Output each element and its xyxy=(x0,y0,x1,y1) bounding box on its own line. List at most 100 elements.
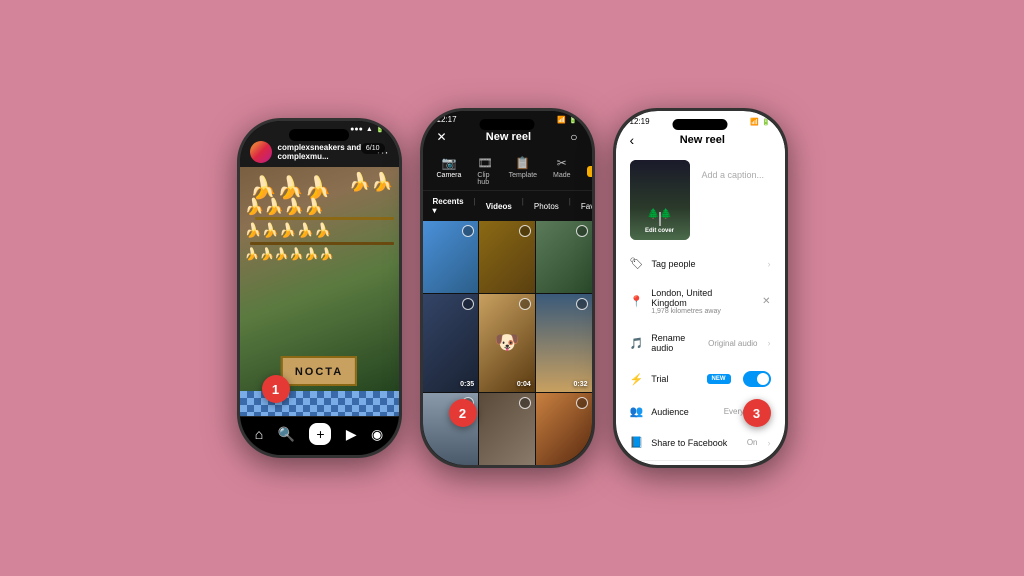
trial-toggle[interactable] xyxy=(743,371,771,387)
rename-audio-row[interactable]: 🎵 Rename audio Original audio › xyxy=(616,326,785,360)
share-title: New reel xyxy=(634,134,770,146)
bottom-nav: ⌂ 🔍 + ▶ ◉ xyxy=(240,416,399,455)
tag-arrow-icon: › xyxy=(768,259,771,269)
close-button[interactable]: ✕ xyxy=(437,130,447,144)
select-circle-3[interactable] xyxy=(576,225,588,237)
facebook-icon: 📘 xyxy=(630,436,644,449)
trial-label: Trial xyxy=(651,374,698,384)
location-name: London, United Kingdom xyxy=(651,288,750,308)
made-tab[interactable]: ✂ Made xyxy=(553,156,571,186)
select-circle-6[interactable] xyxy=(576,298,588,310)
duration-4: 0:35 xyxy=(460,381,474,388)
media-cell-1[interactable] xyxy=(423,221,479,293)
media-tabs: 📷 Camera 🎞 Clip hub 📋 Template ✂ Made Sa… xyxy=(423,150,592,191)
cliphub-tab[interactable]: 🎞 Clip hub xyxy=(477,156,492,186)
select-circle-2[interactable] xyxy=(519,225,531,237)
phone-2: 12:17 📶 🔋 ✕ New reel ○ 📷 Camera 🎞 Clip h… xyxy=(420,108,595,468)
duration-6: 0:32 xyxy=(573,381,587,388)
select-circle-9[interactable] xyxy=(576,397,588,409)
tag-label: Tag people xyxy=(651,259,757,269)
cliphub-icon: 🎞 xyxy=(477,156,492,170)
time-3: 12:19 xyxy=(630,117,650,126)
status-icons-2: 📶 🔋 xyxy=(557,116,577,124)
duration-5: 0:04 xyxy=(517,381,531,388)
media-cell-3[interactable] xyxy=(536,221,592,293)
status-icons-3: 📶 🔋 xyxy=(750,118,770,126)
reel-title: New reel xyxy=(447,131,571,143)
toggle-knob xyxy=(757,373,769,385)
banana-lower: 🍌🍌🍌🍌🍌 xyxy=(245,222,332,239)
tag-icon: 🏷 xyxy=(630,257,644,270)
reels-icon[interactable]: ▶ xyxy=(346,426,357,443)
facebook-row[interactable]: 📘 Share to Facebook On › xyxy=(616,429,785,456)
dynamic-island-1 xyxy=(289,129,349,141)
select-circle-4[interactable] xyxy=(462,298,474,310)
avatar xyxy=(250,141,272,163)
edit-cover-label[interactable]: Edit cover xyxy=(645,228,674,234)
profile-icon[interactable]: ◉ xyxy=(371,426,383,443)
template-tab[interactable]: 📋 Template xyxy=(509,156,537,186)
search-icon[interactable]: 🔍 xyxy=(278,426,295,443)
audio-arrow-icon: › xyxy=(768,338,771,348)
audio-value: Original audio xyxy=(708,339,757,348)
made-icon: ✂ xyxy=(557,156,567,170)
new-badge: NEW xyxy=(707,374,731,384)
cover-pole xyxy=(659,212,661,226)
camera-tab[interactable]: 📷 Camera xyxy=(437,156,462,186)
select-circle-1[interactable] xyxy=(462,225,474,237)
banana-shelf: 🍌🍌🍌🍌 xyxy=(245,197,325,217)
photos-filter[interactable]: Photos xyxy=(534,197,559,215)
nocta-text: NOCTA xyxy=(295,366,343,378)
caption-field[interactable]: Add a caption... xyxy=(702,164,767,186)
step-badge-3: 3 xyxy=(743,399,771,427)
day-badge: Saturday xyxy=(587,166,592,177)
select-circle-8[interactable] xyxy=(519,397,531,409)
phone-3: 12:19 📶 🔋 ‹ New reel Preview 🌲🌲 Edit cov… xyxy=(613,108,788,468)
create-button[interactable]: + xyxy=(309,423,331,445)
step-badge-2: 2 xyxy=(449,399,477,427)
media-cell-2[interactable] xyxy=(479,221,535,293)
recents-filter[interactable]: Recents ▾ xyxy=(433,197,464,215)
shelf-board xyxy=(255,217,394,220)
trial-icon: ⚡ xyxy=(630,373,644,386)
facebook-value: On xyxy=(747,438,758,447)
media-cell-8[interactable] xyxy=(479,393,535,465)
location-distance: 1,978 kilometres away xyxy=(651,308,750,315)
audio-icon: 🎵 xyxy=(630,337,644,350)
dynamic-island-2 xyxy=(480,119,535,130)
audience-label: Audience xyxy=(651,407,716,417)
media-cell-4[interactable]: 0:35 xyxy=(423,294,479,391)
options-icon[interactable]: ○ xyxy=(570,130,577,144)
location-row[interactable]: 📍 London, United Kingdom 1,978 kilometre… xyxy=(616,281,785,322)
preview-section: Preview 🌲🌲 Edit cover Add a caption... xyxy=(616,154,785,246)
dynamic-island-3 xyxy=(673,119,728,130)
trial-row[interactable]: ⚡ Trial NEW xyxy=(616,364,785,394)
media-cell-9[interactable] xyxy=(536,393,592,465)
slide-counter: 6/10 xyxy=(361,143,385,154)
time-2: 12:17 xyxy=(437,115,457,124)
share-header: ‹ New reel xyxy=(616,128,785,154)
bottom-actions: Save draft Share xyxy=(616,460,785,465)
audience-icon: 👥 xyxy=(630,405,644,418)
location-close-icon[interactable]: ✕ xyxy=(762,296,770,307)
cover-thumbnail[interactable]: Preview 🌲🌲 Edit cover xyxy=(630,160,690,240)
videos-filter[interactable]: Videos xyxy=(486,197,512,215)
nocta-sign: NOCTA xyxy=(281,356,357,386)
filter-row: Recents ▾ | Videos | Photos | Favourites xyxy=(423,191,592,221)
status-icons-1: ●●● ▲ 🔋 xyxy=(350,125,384,133)
media-cell-6[interactable]: 0:32 xyxy=(536,294,592,391)
tag-people-row[interactable]: 🏷 Tag people › xyxy=(616,250,785,277)
home-icon[interactable]: ⌂ xyxy=(255,426,263,442)
step-badge-1: 1 xyxy=(262,375,290,403)
phone-1: ●●● ▲ 🔋 complexsneakers and complexmu...… xyxy=(237,118,402,458)
favourites-filter[interactable]: Favourites xyxy=(581,197,592,215)
camera-icon: 📷 xyxy=(441,156,456,170)
facebook-arrow-icon: › xyxy=(768,438,771,448)
media-grid: 0:35 🐶 0:04 0:32 xyxy=(423,221,592,465)
location-icon: 📍 xyxy=(630,295,644,308)
template-icon: 📋 xyxy=(515,156,530,170)
media-cell-5[interactable]: 🐶 0:04 xyxy=(479,294,535,391)
feed-image: 🍌🍌🍌 🍌🍌 🍌🍌🍌🍌 🍌🍌🍌🍌🍌 🍌🍌🍌🍌🍌🍌 NOCTA xyxy=(240,167,399,416)
facebook-label: Share to Facebook xyxy=(651,438,739,448)
audio-label: Rename audio xyxy=(651,333,700,353)
